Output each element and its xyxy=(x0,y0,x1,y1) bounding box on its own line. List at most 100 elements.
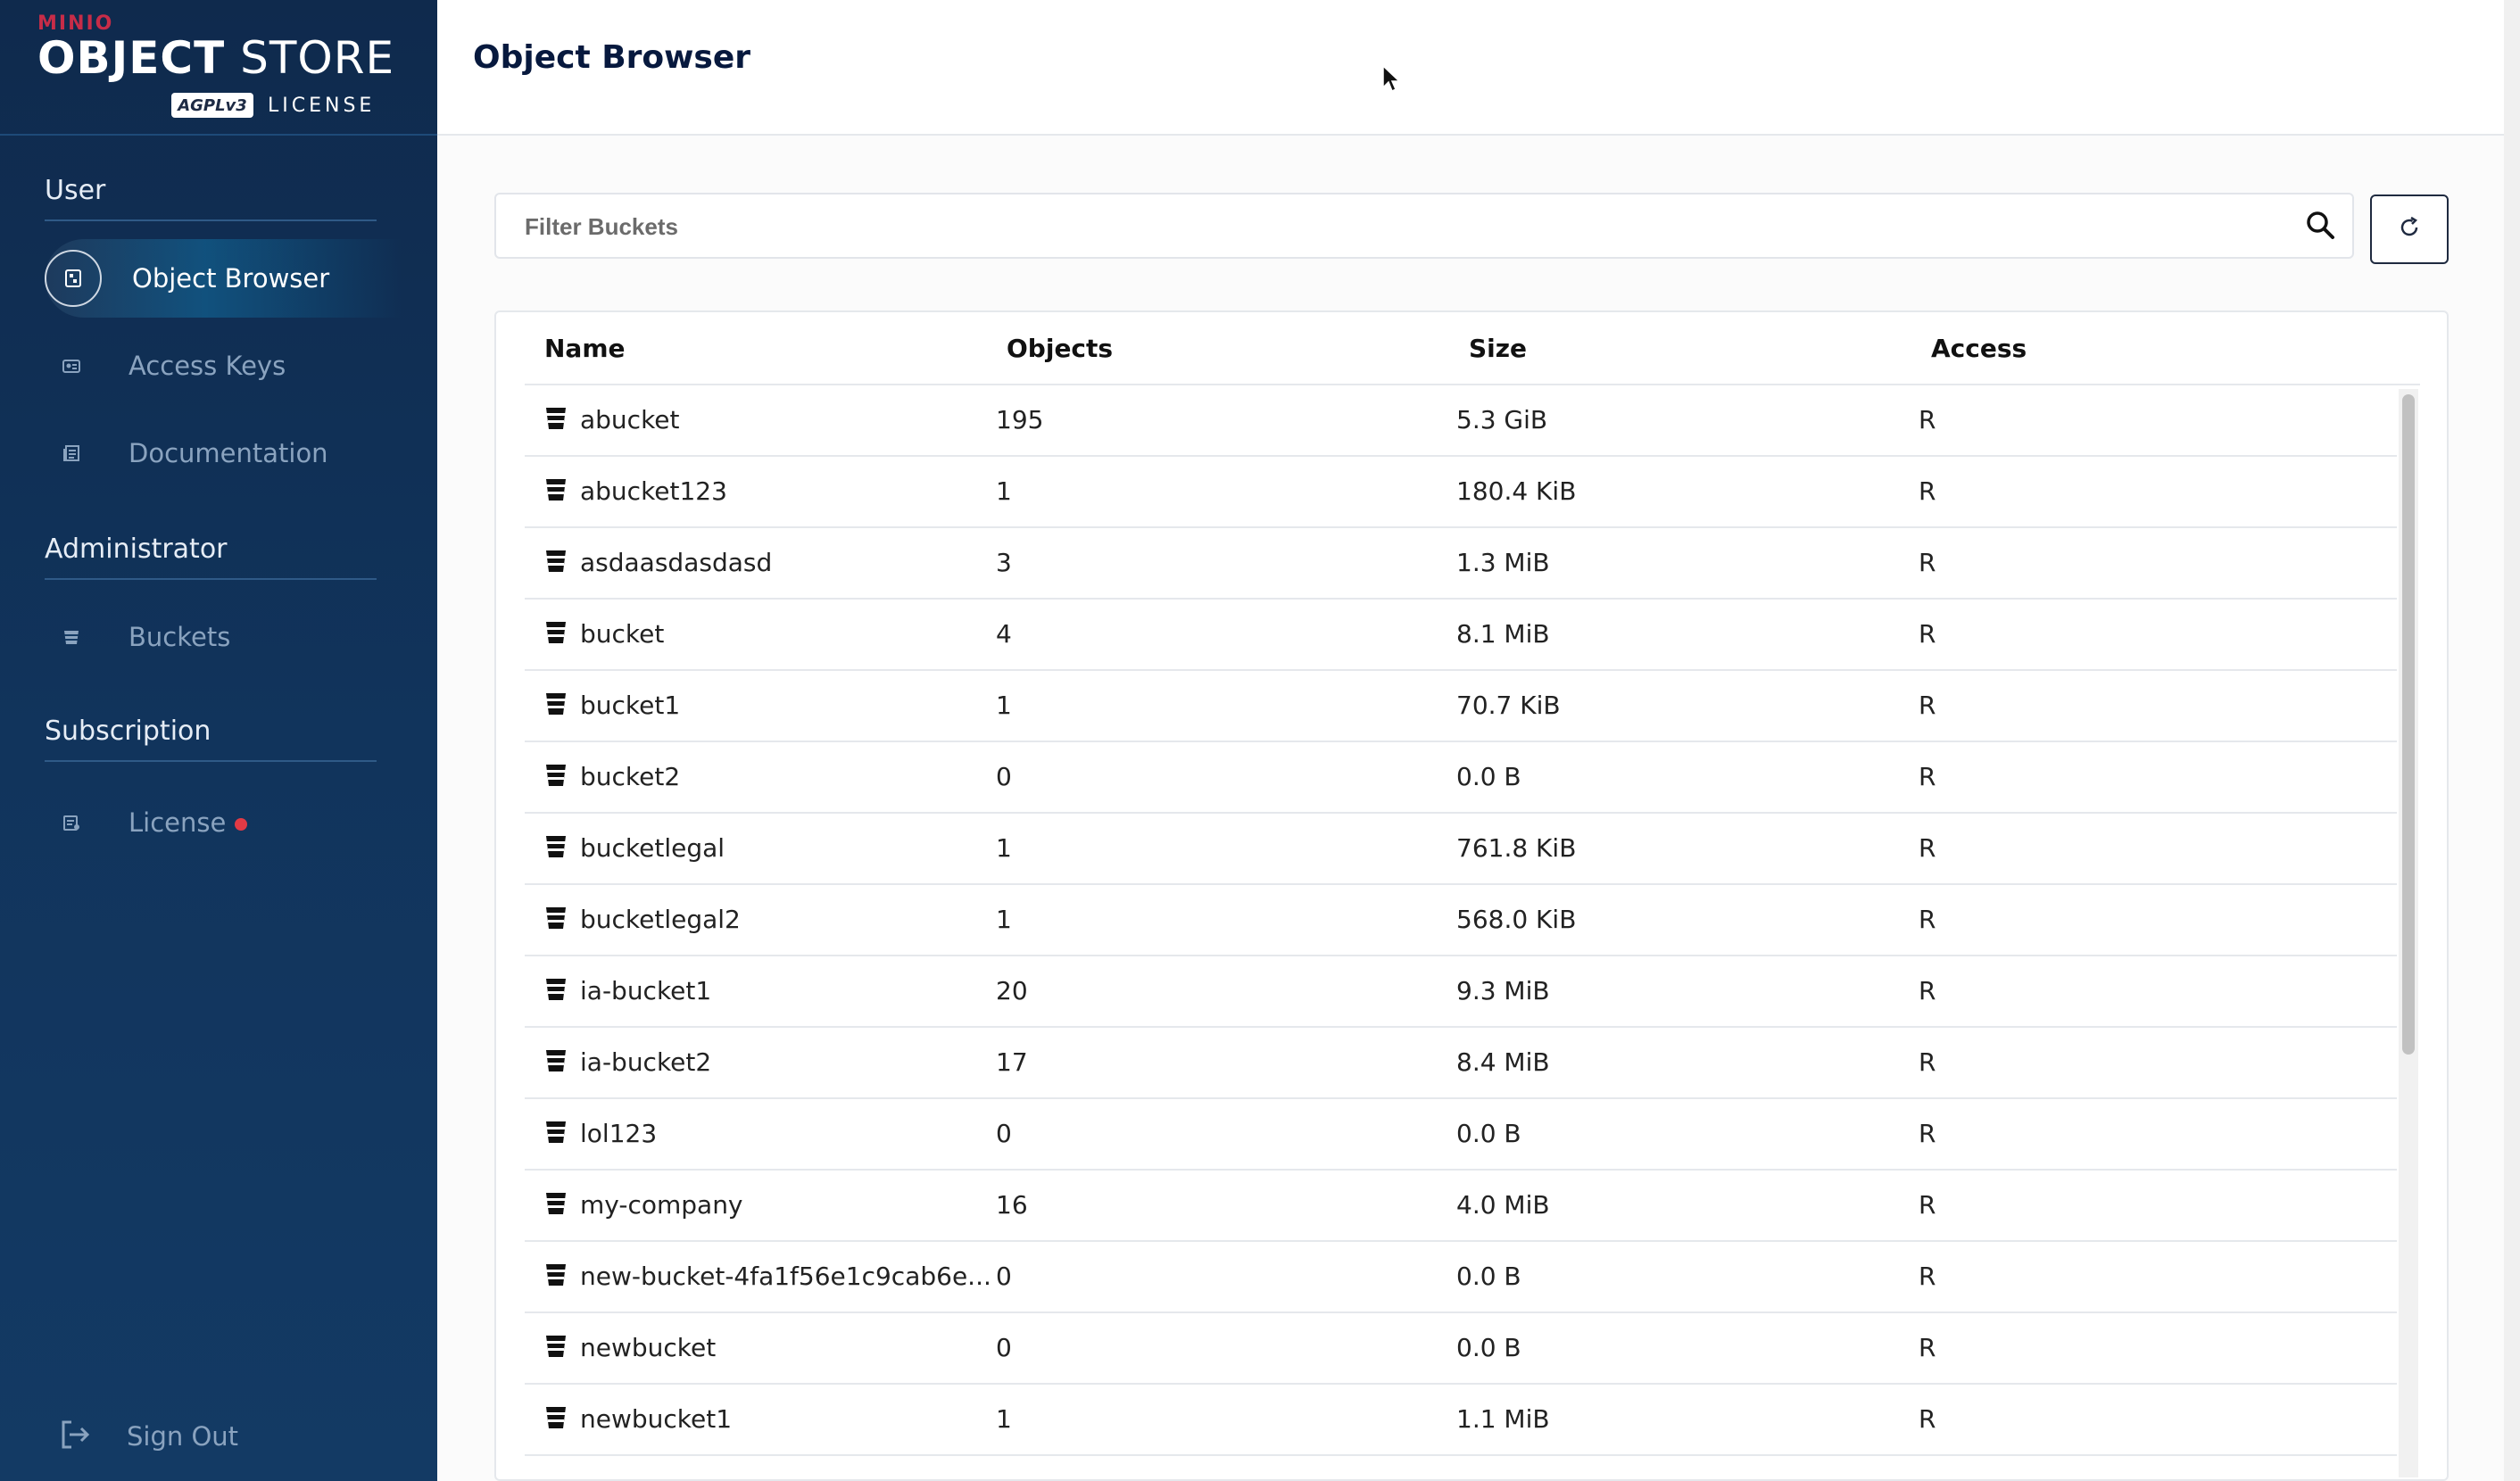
bucket-name: asdaasdasdasd xyxy=(580,548,773,577)
bucket-size: 0.0 B xyxy=(1456,762,1521,791)
license-alert-dot xyxy=(235,818,248,831)
bucket-access: R xyxy=(1919,691,1936,720)
documentation-icon xyxy=(45,426,98,480)
bucket-icon xyxy=(543,905,569,935)
bucket-access: R xyxy=(1919,905,1936,934)
bucket-objects: 3 xyxy=(996,548,1012,577)
table-row[interactable]: bucketlegal2 1 568.0 KiB R xyxy=(525,885,2397,956)
bucket-name: ia-bucket2 xyxy=(580,1047,712,1077)
sidebar-item-access-keys[interactable]: Access Keys xyxy=(45,327,402,405)
section-divider xyxy=(45,760,377,762)
bucket-name: bucket2 xyxy=(580,762,681,791)
bucket-icon xyxy=(543,691,569,721)
table-row[interactable]: lol123 0 0.0 B R xyxy=(525,1099,2397,1171)
mouse-cursor-icon xyxy=(1381,64,1401,98)
bucket-name: bucket1 xyxy=(580,691,681,720)
column-header-access[interactable]: Access xyxy=(1931,334,2027,363)
bucket-objects: 1 xyxy=(996,833,1012,863)
bucket-access: R xyxy=(1919,1190,1936,1220)
filter-buckets-input[interactable] xyxy=(523,194,2222,259)
bucket-size: 568.0 KiB xyxy=(1456,905,1577,934)
bucket-access: R xyxy=(1919,1119,1936,1148)
bucket-icon xyxy=(543,1119,569,1149)
scrollbar-thumb[interactable] xyxy=(2402,394,2415,1055)
table-row[interactable]: asdaasdasdasd 3 1.3 MiB R xyxy=(525,528,2397,600)
access-keys-icon xyxy=(45,339,98,393)
bucket-objects: 17 xyxy=(996,1047,1028,1077)
table-body: abucket 195 5.3 GiB Rabucket123 1 180.4 KiB R a… xyxy=(525,385,2397,1456)
search-icon[interactable] xyxy=(2304,209,2336,244)
bucket-size: 0.0 B xyxy=(1456,1333,1521,1362)
table-row[interactable]: bucket2 0 0.0 B R xyxy=(525,742,2397,814)
refresh-button[interactable] xyxy=(2370,194,2449,264)
bucket-access: R xyxy=(1919,1047,1936,1077)
bucket-icon xyxy=(543,548,569,578)
product-name: OBJECT STORE xyxy=(37,32,395,84)
section-divider xyxy=(45,578,377,580)
sidebar-item-buckets[interactable]: Buckets xyxy=(45,598,402,676)
logo-divider xyxy=(0,134,437,136)
bucket-size: 8.4 MiB xyxy=(1456,1047,1550,1077)
table-header: Name Objects Size Access xyxy=(525,312,2420,385)
sidebar-item-label: Access Keys xyxy=(128,351,286,381)
bucket-name: newbucket xyxy=(580,1333,717,1362)
window-scrollbar[interactable] xyxy=(2504,0,2520,1481)
bucket-size: 9.3 MiB xyxy=(1456,976,1550,1005)
column-header-objects[interactable]: Objects xyxy=(1007,334,1113,363)
bucket-icon xyxy=(543,1047,569,1078)
sidebar-item-label: Buckets xyxy=(128,622,231,652)
table-row[interactable]: new-bucket-4fa1f56e1c9cab6e... 0 0.0 B R xyxy=(525,1242,2397,1313)
sidebar-item-object-browser[interactable]: Object Browser xyxy=(45,239,402,318)
bucket-objects: 195 xyxy=(996,405,1044,434)
bucket-name: bucketlegal xyxy=(580,833,725,863)
bucket-size: 1.1 MiB xyxy=(1456,1404,1550,1434)
bucket-icon xyxy=(543,1333,569,1363)
sidebar-item-label: Documentation xyxy=(128,438,328,468)
page-title: Object Browser xyxy=(473,39,750,76)
table-row[interactable]: ia-bucket2 17 8.4 MiB R xyxy=(525,1028,2397,1099)
bucket-access: R xyxy=(1919,833,1936,863)
table-scrollbar[interactable] xyxy=(2399,389,2418,1477)
bucket-size: 70.7 KiB xyxy=(1456,691,1561,720)
bucket-size: 180.4 KiB xyxy=(1456,476,1577,506)
table-row[interactable]: my-company 16 4.0 MiB R xyxy=(525,1171,2397,1242)
bucket-icon xyxy=(543,1404,569,1435)
bucket-name: my-company xyxy=(580,1190,743,1220)
table-row[interactable]: newbucket 0 0.0 B R xyxy=(525,1313,2397,1385)
bucket-access: R xyxy=(1919,1404,1936,1434)
bucket-name: bucketlegal2 xyxy=(580,905,741,934)
bucket-icon xyxy=(543,1190,569,1220)
bucket-objects: 1 xyxy=(996,1404,1012,1434)
table-row[interactable]: bucket 4 8.1 MiB R xyxy=(525,600,2397,671)
table-row[interactable]: abucket 195 5.3 GiB R xyxy=(525,385,2397,457)
bucket-objects: 20 xyxy=(996,976,1028,1005)
page-header: Object Browser xyxy=(437,0,2504,136)
bucket-icon xyxy=(543,762,569,792)
bucket-size: 1.3 MiB xyxy=(1456,548,1550,577)
column-header-size[interactable]: Size xyxy=(1469,334,1527,363)
bucket-access: R xyxy=(1919,1262,1936,1291)
sign-out-button[interactable]: Sign Out xyxy=(59,1419,238,1454)
agpl-badge: AGPLv3 xyxy=(171,93,253,118)
main-content: Name Objects Size Access abucket 195 5.3 G… xyxy=(437,136,2504,1481)
bucket-name: ia-bucket1 xyxy=(580,976,712,1005)
table-row[interactable]: ia-bucket1 20 9.3 MiB R xyxy=(525,956,2397,1028)
section-user: User xyxy=(45,175,106,206)
table-row[interactable]: newbucket1 1 1.1 MiB R xyxy=(525,1385,2397,1456)
column-header-name[interactable]: Name xyxy=(544,334,626,363)
bucket-name: bucket xyxy=(580,619,665,649)
sidebar-item-license[interactable]: License xyxy=(45,783,402,862)
bucket-name: lol123 xyxy=(580,1119,658,1148)
sidebar-item-documentation[interactable]: Documentation xyxy=(45,414,402,492)
bucket-objects: 1 xyxy=(996,691,1012,720)
bucket-icon xyxy=(45,610,98,664)
table-row[interactable]: bucket1 1 70.7 KiB R xyxy=(525,671,2397,742)
minio-logo[interactable]: MINIO OBJECT STORE AGPLv3 LICENSE xyxy=(37,12,412,118)
bucket-icon xyxy=(543,405,569,435)
sidebar-item-label: License xyxy=(128,807,248,838)
table-row[interactable]: bucketlegal 1 761.8 KiB R xyxy=(525,814,2397,885)
bucket-objects: 0 xyxy=(996,1262,1012,1291)
table-row[interactable]: abucket123 1 180.4 KiB R xyxy=(525,457,2397,528)
sidebar: MINIO OBJECT STORE AGPLv3 LICENSE User O… xyxy=(0,0,437,1481)
bucket-objects: 0 xyxy=(996,762,1012,791)
